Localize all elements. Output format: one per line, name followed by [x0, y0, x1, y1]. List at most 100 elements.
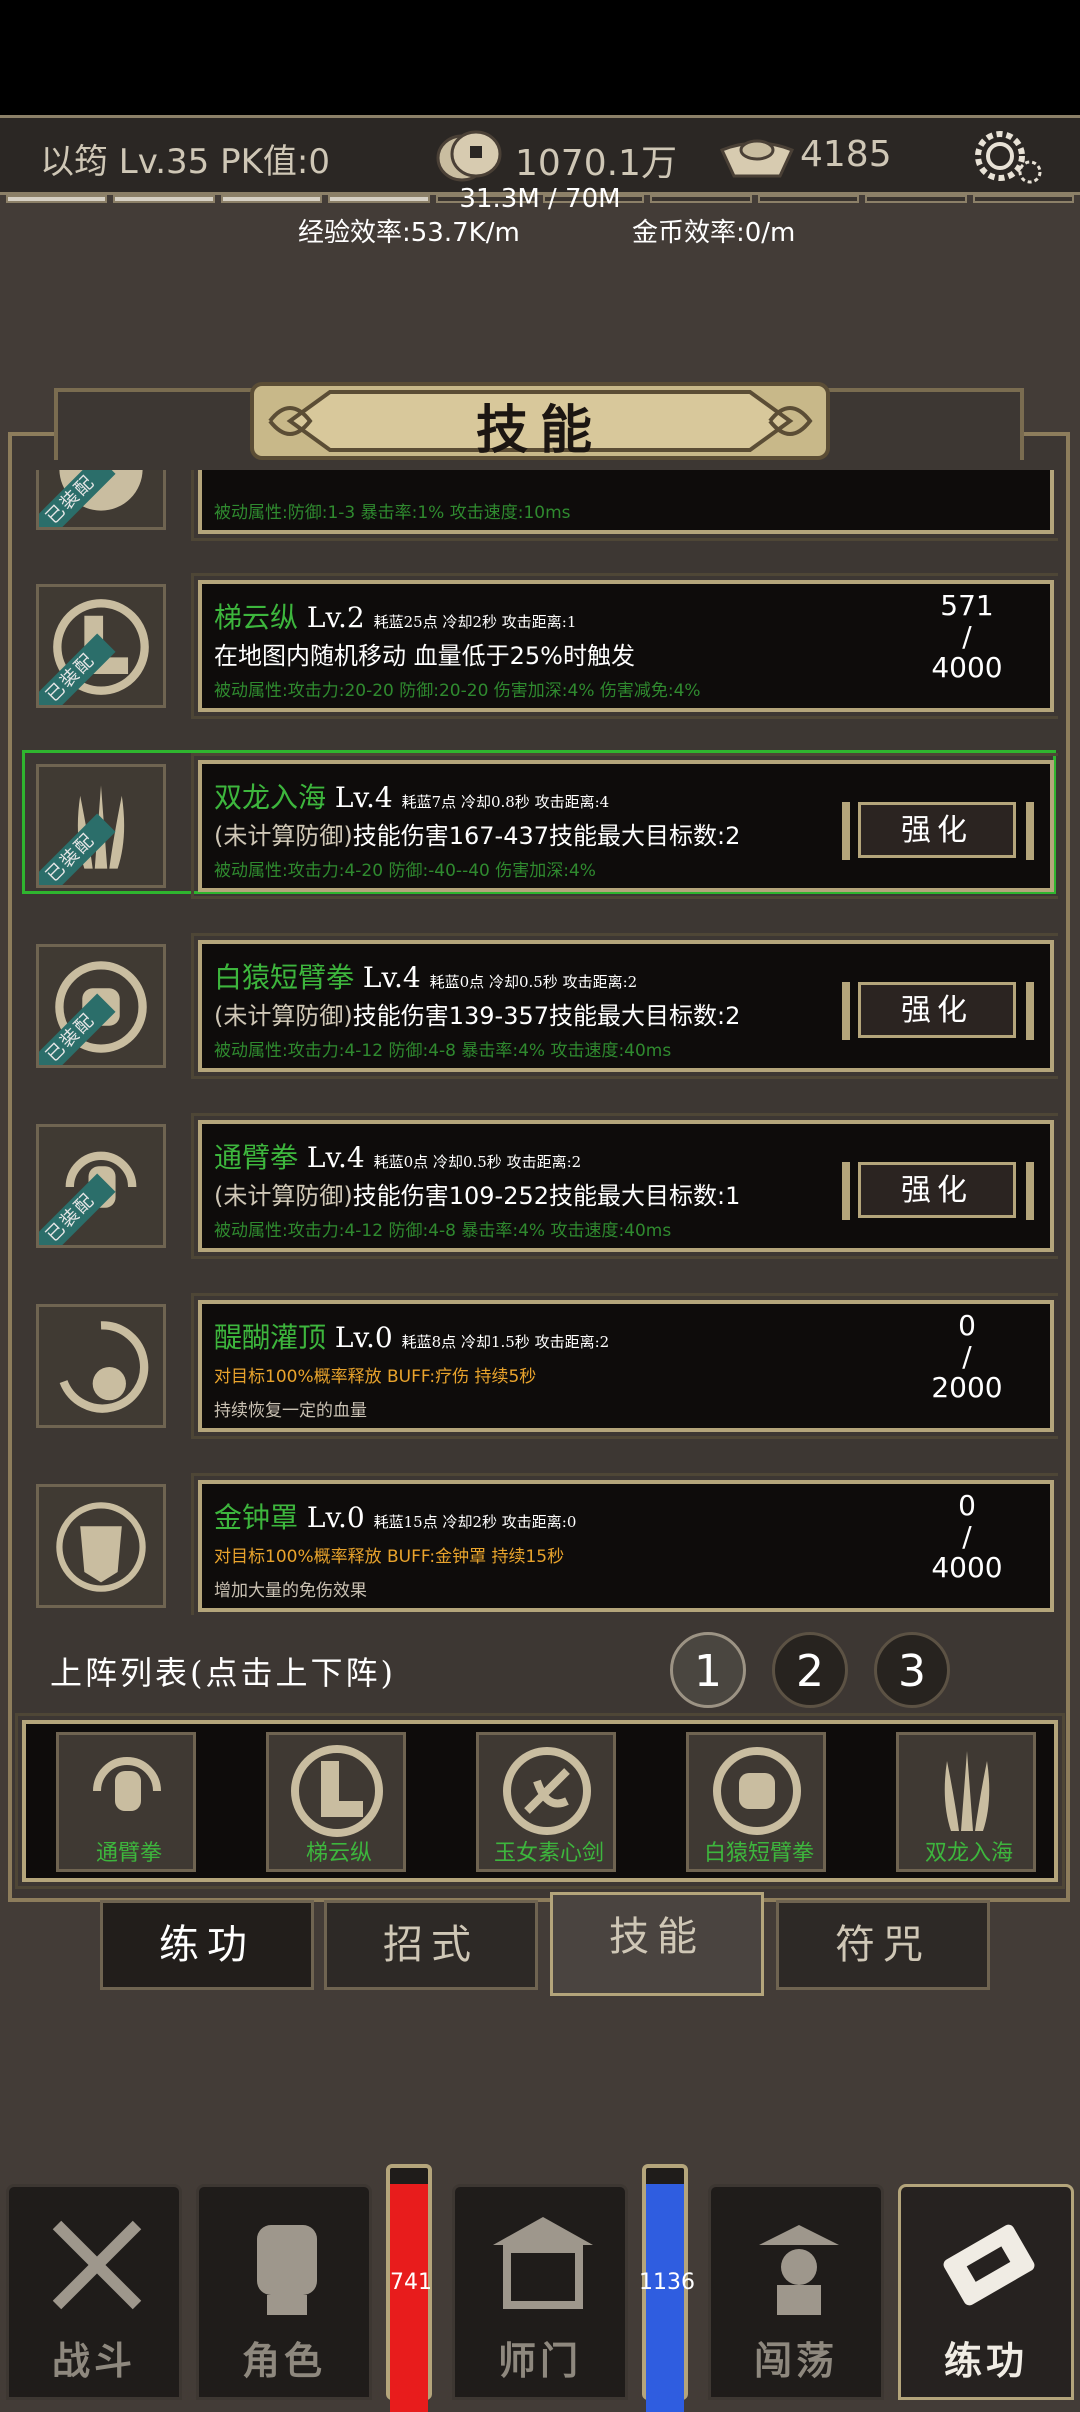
enhance-button[interactable]: 强化 [858, 1162, 1016, 1218]
skill-effect: 技能伤害109-252技能最大目标数:1 [352, 1182, 741, 1210]
swordsman-icon [759, 2225, 839, 2315]
skill-row-tihuguanding[interactable]: 醍醐灌顶 Lv.0 耗蓝8点 冷却1.5秒 攻击距离:2 对目标100%概率释放… [22, 1293, 1058, 1448]
skill-list[interactable]: 已装配 被动属性:防御:1-3 暴击率:1% 攻击速度:10ms 16000 已… [22, 470, 1058, 1615]
tab-charms[interactable]: 符咒 [776, 1900, 990, 1990]
skill-row-baiyuan[interactable]: 已装配 白猿短臂拳 Lv.4 耗蓝0点 冷却0.5秒 攻击距离:2 (未计算防御… [22, 933, 1058, 1088]
hp-gauge: 741 [386, 2164, 432, 2412]
skill-progress: 0/4000 [931, 1489, 1003, 1584]
lineup-page-2[interactable]: 2 [772, 1632, 848, 1708]
nav-battle[interactable]: 战斗 [6, 2184, 182, 2400]
panel-title: 技能 [475, 400, 604, 461]
skill-defense-note: (未计算防御) [214, 1182, 353, 1210]
skill-level: Lv.4 [306, 1141, 365, 1174]
skill-icon-frame [36, 1484, 166, 1608]
ingot-amount: 4185 [800, 134, 892, 175]
enhance-button[interactable]: 强化 [858, 982, 1016, 1038]
lineup-slot-1[interactable]: 通臂拳 [56, 1732, 196, 1872]
exp-text: 31.3M / 70M [459, 184, 621, 214]
skill-passive: 被动属性:攻击力:4-20 防御:-40--40 伤害加深:4% [214, 861, 596, 881]
lineup-slot-label: 通臂拳 [95, 1841, 162, 1866]
sub-tab-bar: 练功 招式 技能 符咒 [90, 1892, 1000, 1996]
skill-icon-frame [36, 1304, 166, 1428]
arm-emblem-icon [93, 1757, 161, 1811]
skill-level: Lv.4 [362, 961, 421, 994]
scroll-icon [943, 2224, 1035, 2306]
skill-card: 被动属性:防御:1-3 暴击率:1% 攻击速度:10ms 16000 [191, 470, 1058, 541]
skill-icon-frame: 已装配 [36, 1124, 166, 1248]
skill-passive: 被动属性:攻击力:20-20 防御:20-20 伤害加深:4% 伤害减免:4% [214, 681, 701, 701]
nav-character[interactable]: 角色 [196, 2184, 372, 2400]
skill-row-partial[interactable]: 已装配 被动属性:防御:1-3 暴击率:1% 攻击速度:10ms 16000 [22, 470, 1058, 550]
skill-card: 金钟罩 Lv.0 耗蓝15点 冷却2秒 攻击距离:0 对目标100%概率释放 B… [191, 1473, 1058, 1615]
skill-level: Lv.0 [306, 1501, 365, 1534]
swirl-emblem-icon [59, 1321, 149, 1413]
skill-progress: 571/4000 [931, 589, 1003, 684]
skill-level: Lv.4 [334, 781, 393, 814]
skill-meta: 耗蓝0点 冷却0.5秒 攻击距离:2 [429, 973, 638, 991]
skill-icon-frame: 已装配 [36, 470, 166, 530]
skill-effect: 在地图内随机移动 血量低于25%时触发 [214, 642, 635, 670]
skill-icon-frame: 已装配 [36, 584, 166, 708]
skill-level: Lv.0 [334, 1321, 393, 1354]
skill-buff: 对目标100%概率释放 BUFF:金钟罩 持续15秒 [214, 1547, 565, 1567]
skill-icon-frame: 已装配 [36, 764, 166, 888]
lineup-slot-label: 白猿短臂拳 [703, 1841, 814, 1866]
crossed-swords-icon [52, 2220, 142, 2310]
nav-train[interactable]: 练功 [898, 2184, 1074, 2400]
enhance-button[interactable]: 强化 [858, 802, 1016, 858]
temple-icon [493, 2217, 593, 2309]
lineup-slots: 通臂拳 梯云纵 玉女素心剑 白猿短臂拳 双龙入海 [15, 1713, 1065, 1889]
settings-gear-icon[interactable] [972, 128, 1048, 188]
skill-row-tiyunzong[interactable]: 已装配 梯云纵 Lv.2 耗蓝25点 冷却2秒 攻击距离:1 在地图内随机移动 … [22, 573, 1058, 728]
lineup-page-3[interactable]: 3 [874, 1632, 950, 1708]
coin-icon [436, 130, 502, 182]
claw-emblem-icon [944, 1751, 990, 1831]
skill-effect: 技能伤害139-357技能最大目标数:2 [352, 1002, 741, 1030]
lineup-slot-5[interactable]: 双龙入海 [896, 1732, 1036, 1872]
nav-sect[interactable]: 师门 [452, 2184, 628, 2400]
skill-icon-frame: 已装配 [36, 944, 166, 1068]
nav-label: 闯荡 [753, 2339, 838, 2383]
tab-training[interactable]: 练功 [100, 1900, 314, 1990]
skill-passive: 被动属性:防御:1-3 暴击率:1% 攻击速度:10ms [214, 503, 571, 523]
skill-row-jinzhongzhao[interactable]: 金钟罩 Lv.0 耗蓝15点 冷却2秒 攻击距离:0 对目标100%概率释放 B… [22, 1473, 1058, 1615]
skill-meta: 耗蓝25点 冷却2秒 攻击距离:1 [373, 613, 577, 631]
skill-description: 增加大量的免伤效果 [214, 1581, 367, 1601]
mp-value: 1136 [639, 2270, 695, 2295]
skill-defense-note: (未计算防御) [214, 1002, 353, 1030]
skill-meta: 耗蓝8点 冷却1.5秒 攻击距离:2 [401, 1333, 610, 1351]
skill-meta: 耗蓝7点 冷却0.8秒 攻击距离:4 [401, 793, 610, 811]
skill-card: 醍醐灌顶 Lv.0 耗蓝8点 冷却1.5秒 攻击距离:2 对目标100%概率释放… [191, 1293, 1058, 1439]
nav-label: 师门 [497, 2339, 582, 2383]
skill-row-tongbiquan[interactable]: 已装配 通臂拳 Lv.4 耗蓝0点 冷却0.5秒 攻击距离:2 (未计算防御)技… [22, 1113, 1058, 1268]
coin-amount: 1070.1万 [515, 143, 677, 184]
skill-defense-note: (未计算防御) [214, 822, 353, 850]
tab-skills[interactable]: 技能 [550, 1892, 764, 1996]
tab-moves[interactable]: 招式 [324, 1900, 538, 1990]
nav-adventure[interactable]: 闯荡 [708, 2184, 884, 2400]
exp-rate: 经验效率:53.7K/m [298, 218, 520, 248]
lineup-slot-4[interactable]: 白猿短臂拳 [686, 1732, 826, 1872]
bottom-nav: 战斗 角色 师门 闯荡 练功 [0, 2180, 1080, 2400]
system-status-area [0, 0, 1080, 115]
gold-rate: 金币效率:0/m [632, 218, 796, 248]
skill-name: 通臂拳 [214, 1141, 299, 1174]
lineup-slot-3[interactable]: 玉女素心剑 [476, 1732, 616, 1872]
mp-gauge: 1136 [639, 2164, 695, 2412]
lineup-slot-label: 双龙入海 [924, 1841, 1013, 1866]
skill-card: 梯云纵 Lv.2 耗蓝25点 冷却2秒 攻击距离:1 在地图内随机移动 血量低于… [191, 573, 1058, 719]
skill-passive: 被动属性:攻击力:4-12 防御:4-8 暴击率:4% 攻击速度:40ms [214, 1221, 672, 1241]
sword-heart-emblem-icon [503, 1747, 591, 1835]
boot-emblem-icon [291, 1745, 383, 1837]
nav-label: 练功 [943, 2339, 1028, 2383]
skill-passive: 被动属性:攻击力:4-12 防御:4-8 暴击率:4% 攻击速度:40ms [214, 1041, 672, 1061]
lineup-label: 上阵列表(点击上下阵) [50, 1654, 396, 1692]
bell-shield-emblem-icon [56, 1502, 146, 1592]
lineup-page-1[interactable]: 1 [670, 1632, 746, 1708]
lineup-slot-label: 梯云纵 [305, 1841, 372, 1866]
skill-row-shuanglongruhai[interactable]: 已装配 双龙入海 Lv.4 耗蓝7点 冷却0.8秒 攻击距离:4 (未计算防御)… [22, 750, 1058, 908]
skill-progress: 0/2000 [931, 1309, 1003, 1404]
skill-card: 白猿短臂拳 Lv.4 耗蓝0点 冷却0.5秒 攻击距离:2 (未计算防御)技能伤… [191, 933, 1058, 1079]
lineup-slot-2[interactable]: 梯云纵 [266, 1732, 406, 1872]
player-status-bar: 以筠 Lv.35 PK值:0 1070.1万 4185 [0, 115, 1080, 195]
